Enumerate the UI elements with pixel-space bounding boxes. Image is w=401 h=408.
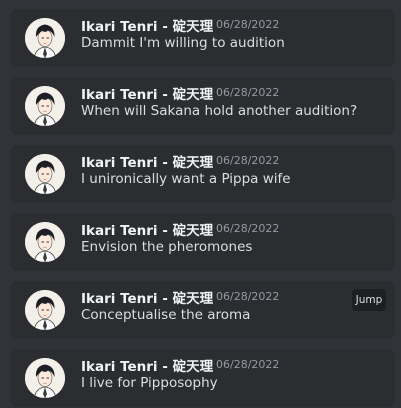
anime-avatar-icon[interactable] bbox=[25, 290, 65, 330]
message-result[interactable]: Ikari Tenri - 碇天理 06/28/2022 Dammit I'm … bbox=[10, 9, 395, 67]
message-timestamp: 06/28/2022 bbox=[216, 17, 280, 31]
anime-avatar-icon[interactable] bbox=[25, 358, 65, 398]
author-name[interactable]: Ikari Tenri - 碇天理 bbox=[81, 355, 213, 375]
message-timestamp: 06/28/2022 bbox=[216, 85, 280, 99]
message-text: I live for Pipposophy bbox=[81, 375, 218, 391]
author-name[interactable]: Ikari Tenri - 碇天理 bbox=[81, 151, 213, 171]
anime-avatar-icon[interactable] bbox=[25, 222, 65, 262]
message-text: I unironically want a Pippa wife bbox=[81, 171, 291, 187]
message-text: Dammit I'm willing to audition bbox=[81, 35, 285, 51]
message-timestamp: 06/28/2022 bbox=[216, 357, 280, 371]
jump-button[interactable]: Jump bbox=[352, 289, 386, 311]
anime-avatar-icon[interactable] bbox=[25, 154, 65, 194]
message-result[interactable]: Ikari Tenri - 碇天理 06/28/2022 When will S… bbox=[10, 77, 395, 135]
message-result[interactable]: Ikari Tenri - 碇天理 06/28/2022 I live for … bbox=[10, 349, 395, 407]
message-text: Conceptualise the aroma bbox=[81, 307, 251, 323]
author-name[interactable]: Ikari Tenri - 碇天理 bbox=[81, 219, 213, 239]
author-name[interactable]: Ikari Tenri - 碇天理 bbox=[81, 15, 213, 35]
message-timestamp: 06/28/2022 bbox=[216, 153, 280, 167]
message-timestamp: 06/28/2022 bbox=[216, 221, 280, 235]
message-result[interactable]: Ikari Tenri - 碇天理 06/28/2022 Conceptuali… bbox=[10, 281, 395, 339]
author-name[interactable]: Ikari Tenri - 碇天理 bbox=[81, 287, 213, 307]
anime-avatar-icon[interactable] bbox=[25, 18, 65, 58]
message-text: Envision the pheromones bbox=[81, 239, 253, 255]
anime-avatar-icon[interactable] bbox=[25, 86, 65, 126]
message-result[interactable]: Ikari Tenri - 碇天理 06/28/2022 Envision th… bbox=[10, 213, 395, 271]
message-text: When will Sakana hold another audition? bbox=[81, 103, 358, 119]
message-result[interactable]: Ikari Tenri - 碇天理 06/28/2022 I unironica… bbox=[10, 145, 395, 203]
message-timestamp: 06/28/2022 bbox=[216, 289, 280, 303]
author-name[interactable]: Ikari Tenri - 碇天理 bbox=[81, 83, 213, 103]
search-results-list: Ikari Tenri - 碇天理 06/28/2022 Dammit I'm … bbox=[0, 0, 401, 408]
